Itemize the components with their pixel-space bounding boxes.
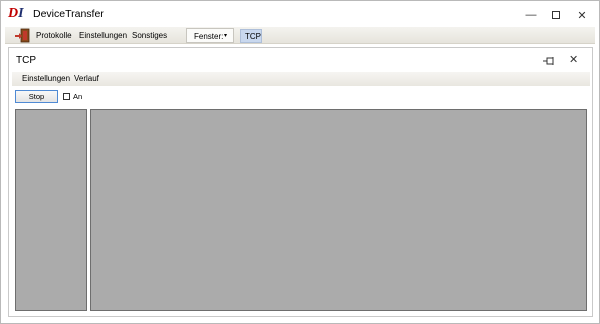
exit-door-icon[interactable]: [14, 28, 30, 43]
submenu-einstellungen[interactable]: Einstellungen: [22, 74, 70, 83]
pin-icon[interactable]: [542, 55, 556, 67]
fenster-dropdown[interactable]: Fenster: ▾: [186, 28, 234, 43]
menu-sonstiges[interactable]: Sonstiges: [132, 31, 167, 40]
maximize-button[interactable]: [542, 5, 570, 25]
an-checkbox-label: An: [73, 92, 83, 101]
chevron-down-icon: ▾: [224, 33, 228, 39]
app-logo: DI: [8, 6, 24, 21]
close-button[interactable]: ✕: [568, 5, 596, 25]
left-panel[interactable]: [15, 109, 87, 311]
close-icon: ✕: [569, 54, 579, 66]
an-checkbox[interactable]: [63, 93, 70, 100]
maximize-icon: [552, 11, 560, 19]
close-icon: ✕: [577, 9, 587, 22]
menu-protokolle[interactable]: Protokolle: [36, 31, 72, 40]
minimize-button[interactable]: —: [517, 5, 545, 25]
main-panel[interactable]: [90, 109, 587, 311]
menu-einstellungen[interactable]: Einstellungen: [79, 31, 127, 40]
minimize-icon: —: [525, 9, 537, 21]
tcp-child-window: TCP ✕ Einstellungen Verlauf Stop An: [8, 47, 593, 317]
child-close-button[interactable]: ✕: [569, 53, 578, 66]
app-window: DI DeviceTransfer — ✕ Protokolle Einstel…: [0, 0, 600, 324]
submenu-verlauf[interactable]: Verlauf: [74, 74, 99, 83]
child-menu-bar: Einstellungen Verlauf: [12, 72, 590, 86]
fenster-label: Fenster:: [194, 32, 224, 41]
main-menu-bar: Protokolle Einstellungen Sonstiges Fenst…: [5, 27, 595, 44]
stop-button[interactable]: Stop: [15, 90, 58, 103]
child-window-title: TCP: [16, 55, 36, 66]
title-bar: DI DeviceTransfer — ✕: [1, 1, 599, 27]
tab-tcp-label: TCP: [245, 32, 261, 41]
tab-tcp[interactable]: TCP: [240, 29, 262, 43]
app-title: DeviceTransfer: [33, 8, 104, 20]
